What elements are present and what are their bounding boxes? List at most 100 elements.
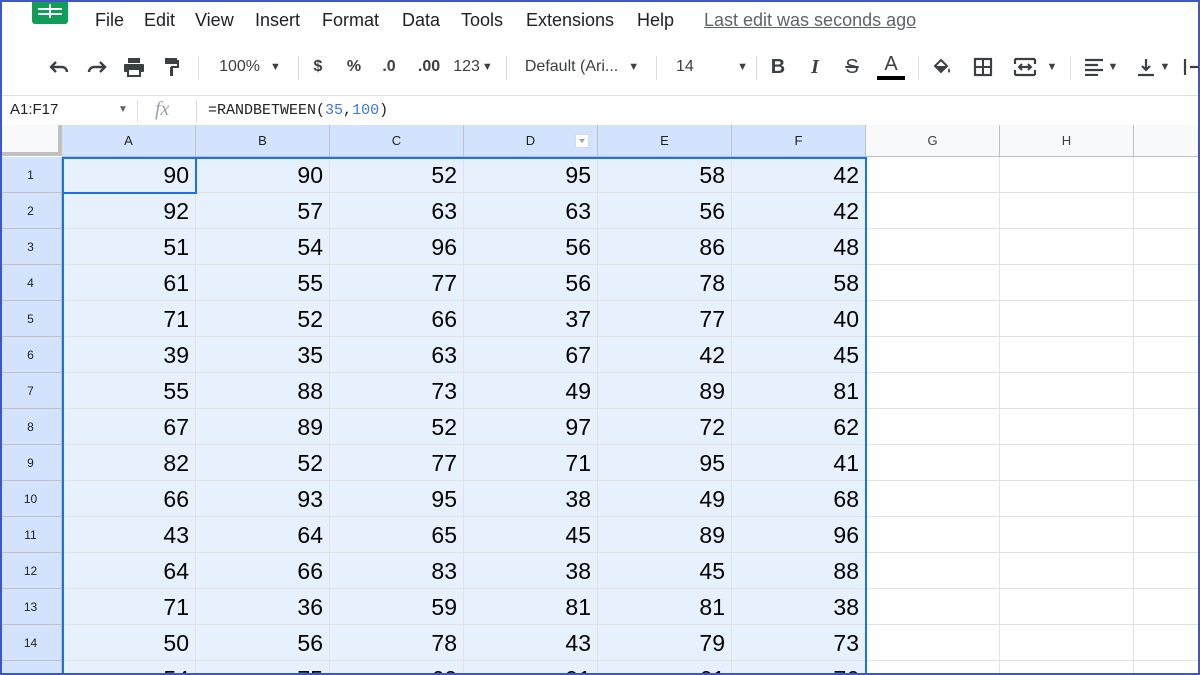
cell[interactable]: 66 (196, 553, 330, 589)
more-formats-select[interactable]: 123 ▼ (452, 52, 494, 82)
cell[interactable] (1000, 193, 1134, 229)
cell[interactable] (1000, 553, 1134, 589)
cell[interactable]: 88 (732, 553, 866, 589)
cell[interactable]: 95 (598, 445, 732, 481)
cell[interactable]: 40 (732, 301, 866, 337)
print-icon[interactable] (120, 52, 148, 82)
chevron-down-icon[interactable]: ▼ (118, 104, 128, 115)
row-header-4[interactable]: 4 (0, 265, 62, 301)
strikethrough-button[interactable]: S (840, 52, 864, 82)
menu-view[interactable]: View (195, 10, 234, 31)
bold-button[interactable]: B (766, 52, 790, 82)
vertical-align-icon[interactable]: ▼ (1132, 52, 1174, 82)
cell[interactable] (866, 445, 1000, 481)
cell[interactable]: 64 (62, 553, 196, 589)
cell[interactable] (866, 661, 1000, 675)
menu-help[interactable]: Help (637, 10, 674, 31)
cell[interactable]: 75 (196, 661, 330, 675)
cell[interactable]: 39 (62, 337, 196, 373)
column-header-h[interactable]: H (1000, 125, 1134, 157)
row-header-9[interactable]: 9 (0, 445, 62, 481)
cell[interactable]: 56 (196, 625, 330, 661)
cell[interactable]: 66 (62, 481, 196, 517)
cell[interactable] (1134, 517, 1200, 553)
cell[interactable]: 65 (330, 517, 464, 553)
cell[interactable] (1000, 481, 1134, 517)
cell[interactable] (1000, 625, 1134, 661)
cell[interactable] (1000, 265, 1134, 301)
cell[interactable] (1134, 373, 1200, 409)
redo-icon[interactable] (82, 52, 112, 82)
cell[interactable] (866, 409, 1000, 445)
cell[interactable]: 55 (196, 265, 330, 301)
filter-icon[interactable] (575, 134, 589, 148)
cell[interactable] (1000, 337, 1134, 373)
cell[interactable]: 90 (196, 157, 330, 193)
cell[interactable]: 76 (732, 661, 866, 675)
cell[interactable]: 64 (196, 517, 330, 553)
row-header-3[interactable]: 3 (0, 229, 62, 265)
cell[interactable] (1134, 661, 1200, 675)
cell[interactable]: 37 (464, 301, 598, 337)
cell[interactable] (1000, 517, 1134, 553)
cell[interactable]: 96 (732, 517, 866, 553)
cell[interactable] (1000, 445, 1134, 481)
sheets-logo-icon[interactable] (32, 0, 68, 24)
row-header-1[interactable]: 1 (0, 157, 62, 193)
cell[interactable]: 36 (196, 589, 330, 625)
merge-cells-icon[interactable]: ▼ (1008, 52, 1062, 82)
cell[interactable] (1134, 409, 1200, 445)
cell[interactable]: 60 (330, 661, 464, 675)
cell[interactable] (1000, 301, 1134, 337)
cell[interactable] (866, 589, 1000, 625)
row-header-14[interactable]: 14 (0, 625, 62, 661)
zoom-select[interactable]: 100% ▼ (210, 52, 290, 82)
column-header-g[interactable]: G (866, 125, 1000, 157)
cell[interactable]: 71 (62, 301, 196, 337)
cell[interactable]: 59 (330, 589, 464, 625)
menu-edit[interactable]: Edit (144, 10, 175, 31)
cell[interactable]: 63 (464, 193, 598, 229)
cell[interactable] (866, 517, 1000, 553)
cell[interactable]: 56 (598, 193, 732, 229)
cell[interactable]: 81 (732, 373, 866, 409)
select-all-corner[interactable] (0, 125, 62, 156)
row-header-7[interactable]: 7 (0, 373, 62, 409)
menu-file[interactable]: File (95, 10, 124, 31)
cell[interactable] (1134, 157, 1200, 193)
cell[interactable] (1134, 589, 1200, 625)
cell[interactable]: 68 (732, 481, 866, 517)
cell[interactable]: 81 (598, 589, 732, 625)
cell[interactable]: 77 (598, 301, 732, 337)
cell[interactable] (1000, 409, 1134, 445)
row-header-2[interactable]: 2 (0, 193, 62, 229)
row-header-6[interactable]: 6 (0, 337, 62, 373)
cell[interactable] (866, 481, 1000, 517)
cell[interactable]: 38 (732, 589, 866, 625)
cell[interactable]: 91 (464, 661, 598, 675)
cell[interactable] (1000, 157, 1134, 193)
cell[interactable]: 89 (598, 373, 732, 409)
cell[interactable]: 38 (464, 553, 598, 589)
cell[interactable] (1000, 589, 1134, 625)
cell[interactable]: 83 (330, 553, 464, 589)
cell[interactable]: 89 (196, 409, 330, 445)
borders-icon[interactable] (970, 52, 996, 82)
cell[interactable]: 52 (330, 409, 464, 445)
row-header-10[interactable]: 10 (0, 481, 62, 517)
name-box[interactable]: A1:F17 (10, 101, 58, 118)
cell[interactable] (866, 193, 1000, 229)
cell[interactable]: 48 (732, 229, 866, 265)
cell[interactable]: 54 (62, 661, 196, 675)
cell[interactable]: 73 (330, 373, 464, 409)
cell[interactable] (866, 625, 1000, 661)
text-color-button[interactable]: A (876, 52, 906, 82)
cell[interactable] (866, 229, 1000, 265)
menu-tools[interactable]: Tools (461, 10, 503, 31)
cell[interactable] (1134, 625, 1200, 661)
cell[interactable]: 52 (196, 445, 330, 481)
cell[interactable] (866, 553, 1000, 589)
cell[interactable]: 52 (330, 157, 464, 193)
row-header-11[interactable]: 11 (0, 517, 62, 553)
currency-format-button[interactable]: $ (308, 52, 328, 82)
